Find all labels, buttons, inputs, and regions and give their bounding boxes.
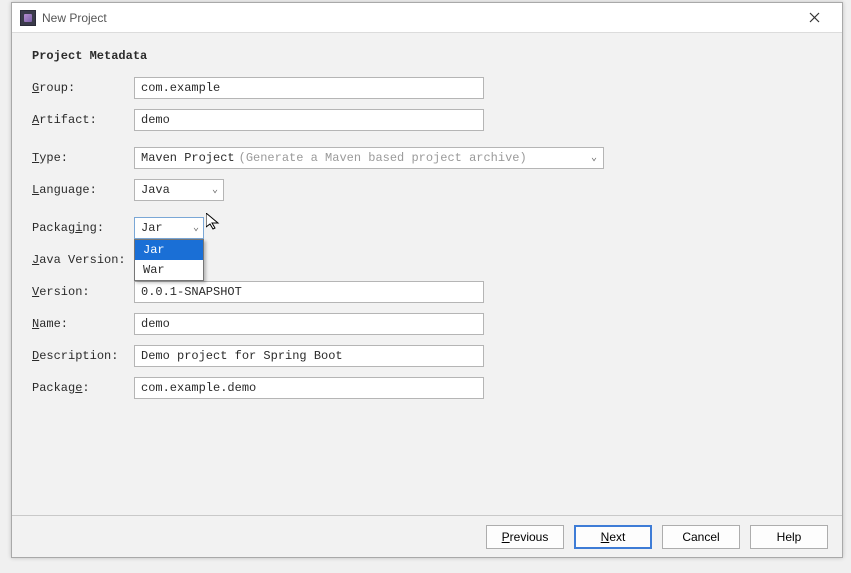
type-label: Type: xyxy=(32,151,134,165)
type-value: Maven Project xyxy=(141,151,235,165)
package-label: Package: xyxy=(32,381,134,395)
packaging-label: Packaging: xyxy=(32,221,134,235)
close-icon xyxy=(809,12,820,23)
description-label: Description: xyxy=(32,349,134,363)
chevron-down-icon: ⌄ xyxy=(591,152,597,164)
group-input[interactable] xyxy=(134,77,484,99)
packaging-value: Jar xyxy=(141,221,163,235)
button-bar: Previous Next Cancel Help xyxy=(12,515,842,557)
previous-button[interactable]: Previous xyxy=(486,525,564,549)
artifact-input[interactable] xyxy=(134,109,484,131)
chevron-down-icon: ⌄ xyxy=(193,222,199,234)
language-label: Language: xyxy=(32,183,134,197)
help-button[interactable]: Help xyxy=(750,525,828,549)
next-button[interactable]: Next xyxy=(574,525,652,549)
cancel-button[interactable]: Cancel xyxy=(662,525,740,549)
packaging-option-jar[interactable]: Jar xyxy=(135,240,203,260)
package-input[interactable] xyxy=(134,377,484,399)
new-project-dialog: New Project Project Metadata Group: Arti… xyxy=(11,2,843,558)
packaging-dropdown: Jar War xyxy=(134,239,204,281)
name-label: Name: xyxy=(32,317,134,331)
chevron-down-icon: ⌄ xyxy=(212,184,218,196)
java-version-label: Java Version: xyxy=(32,253,134,267)
version-input[interactable] xyxy=(134,281,484,303)
language-value: Java xyxy=(141,183,170,197)
name-input[interactable] xyxy=(134,313,484,335)
intellij-icon xyxy=(20,10,36,26)
packaging-option-war[interactable]: War xyxy=(135,260,203,280)
titlebar: New Project xyxy=(12,3,842,33)
packaging-select[interactable]: Jar ⌄ xyxy=(134,217,204,239)
type-select[interactable]: Maven Project (Generate a Maven based pr… xyxy=(134,147,604,169)
type-hint: (Generate a Maven based project archive) xyxy=(239,151,527,165)
description-input[interactable] xyxy=(134,345,484,367)
group-label: Group: xyxy=(32,81,134,95)
language-select[interactable]: Java ⌄ xyxy=(134,179,224,201)
section-title: Project Metadata xyxy=(32,49,822,63)
version-label: Version: xyxy=(32,285,134,299)
dialog-content: Project Metadata Group: Artifact: Type: … xyxy=(12,33,842,399)
artifact-label: Artifact: xyxy=(32,113,134,127)
close-button[interactable] xyxy=(794,4,834,32)
window-title: New Project xyxy=(42,11,794,25)
